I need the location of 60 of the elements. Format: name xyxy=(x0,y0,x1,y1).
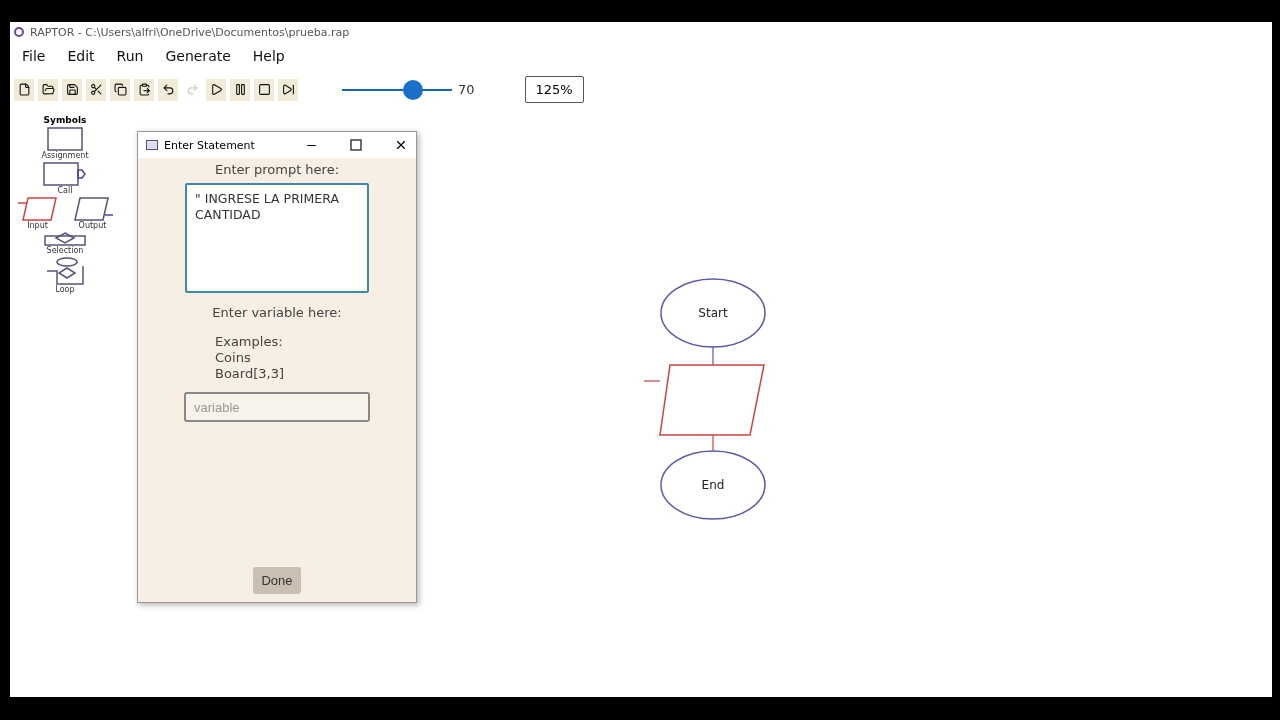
redo-icon xyxy=(185,83,199,96)
symbol-label: Selection xyxy=(46,246,84,255)
symbol-label: Input xyxy=(27,221,48,230)
terminal-node: Start xyxy=(660,278,766,348)
speed-reading: 70 xyxy=(458,82,475,97)
variable-label: Enter variable here: xyxy=(212,305,342,320)
symbol-label: Loop xyxy=(55,285,75,294)
step-button[interactable] xyxy=(278,78,298,101)
assignment-symbol-icon[interactable] xyxy=(47,127,83,151)
new-button[interactable] xyxy=(14,78,34,101)
paste-button[interactable] xyxy=(134,78,154,101)
save-icon xyxy=(65,83,79,96)
input-symbol-icon[interactable] xyxy=(17,197,58,221)
menu-item[interactable]: Edit xyxy=(67,48,95,64)
app-logo-icon xyxy=(14,27,24,37)
example-text: Examples: xyxy=(215,334,284,350)
paste-icon xyxy=(137,83,151,96)
copy-button[interactable] xyxy=(110,78,130,101)
prompt-label: Enter prompt here: xyxy=(214,162,340,177)
save-button[interactable] xyxy=(62,78,82,101)
cut-button[interactable] xyxy=(86,78,106,101)
output-symbol-icon[interactable] xyxy=(71,197,114,221)
menu-item[interactable]: Run xyxy=(116,48,144,64)
close-icon[interactable] xyxy=(394,138,408,152)
menu-item[interactable]: Help xyxy=(252,48,285,64)
copy-icon xyxy=(113,83,127,96)
step-icon xyxy=(281,83,295,96)
pause-button[interactable] xyxy=(230,78,250,101)
stop-icon xyxy=(257,83,271,96)
stop-button[interactable] xyxy=(254,78,274,101)
symbol-label: Assignment xyxy=(41,151,89,160)
call-symbol-icon[interactable] xyxy=(43,162,87,186)
zoom-field[interactable]: 125% xyxy=(524,76,584,103)
dialog-icon xyxy=(146,140,158,150)
example-text: Coins xyxy=(215,350,252,366)
selection-symbol-icon[interactable] xyxy=(44,232,86,246)
symbol-label: Call xyxy=(57,186,73,195)
undo-icon xyxy=(161,83,175,96)
window-title: RAPTOR - C:\Users\alfri\OneDrive\Documentos\prueba.rap xyxy=(30,25,350,39)
maximize-icon[interactable] xyxy=(350,139,362,151)
palette-title: Symbols xyxy=(43,115,87,125)
open-icon xyxy=(41,83,55,96)
done-button[interactable]: Done xyxy=(253,567,301,594)
example-text: Board[3,3] xyxy=(215,366,286,382)
terminal-node: End xyxy=(660,450,766,520)
prompt-field[interactable]: " INGRESE LA PRIMERA CANTIDAD xyxy=(185,183,369,293)
symbol-label: Output xyxy=(78,221,107,230)
dialog-title: Enter Statement xyxy=(164,138,256,152)
play-icon xyxy=(209,83,223,96)
variable-field[interactable]: variable xyxy=(184,392,370,422)
menu-item[interactable]: File xyxy=(22,48,46,64)
slider-thumb[interactable] xyxy=(403,79,424,100)
play-button[interactable] xyxy=(206,78,226,101)
menu-item[interactable]: Generate xyxy=(165,48,231,64)
loop-symbol-icon[interactable] xyxy=(45,257,85,285)
undo-button[interactable] xyxy=(158,78,178,101)
new-icon xyxy=(17,83,31,96)
pause-icon xyxy=(233,83,247,96)
open-button[interactable] xyxy=(38,78,58,101)
cut-icon xyxy=(89,83,103,96)
